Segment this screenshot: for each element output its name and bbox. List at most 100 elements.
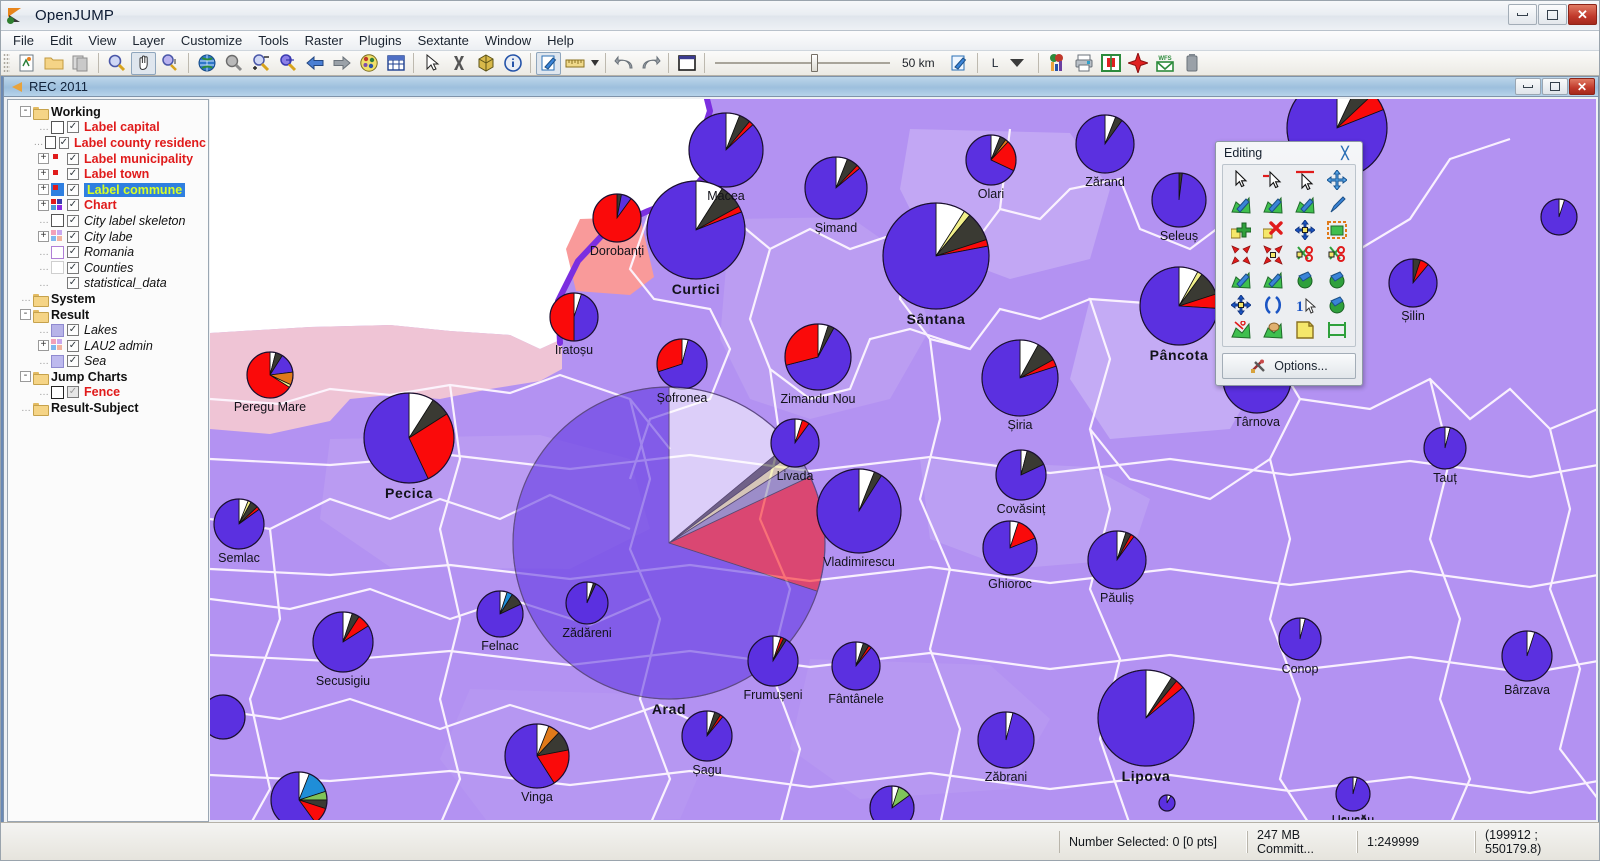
zoom-out-icon[interactable] (275, 52, 300, 75)
pie-chart-conop[interactable] (1278, 617, 1322, 661)
vertex-symbol-icon[interactable] (1044, 52, 1069, 75)
tree-node-working[interactable]: - Working (12, 104, 206, 120)
tree-expander-label-municipality[interactable]: + (38, 153, 49, 165)
wfs-icon[interactable]: WFS (1152, 52, 1177, 75)
union-icon[interactable] (1225, 243, 1256, 267)
pie-chart-small-3[interactable] (1158, 794, 1176, 812)
draw-point-icon[interactable] (1322, 193, 1353, 217)
cut-polygon-icon[interactable] (1225, 318, 1256, 342)
reverse-icon[interactable] (1257, 293, 1288, 317)
pie-chart-curtici[interactable] (646, 180, 746, 280)
zoom-full-extent-icon[interactable] (194, 52, 219, 75)
undo-icon[interactable] (611, 52, 636, 75)
edit-polygon-icon[interactable] (1225, 268, 1256, 292)
tree-node-system[interactable]: … System (12, 291, 206, 307)
pie-chart-macea[interactable] (688, 112, 764, 188)
split-polygon-icon[interactable] (1322, 243, 1353, 267)
copy-layers-icon[interactable] (68, 52, 93, 75)
pie-chart-z-rand[interactable] (1075, 114, 1135, 174)
pie-chart--ilin[interactable] (1388, 258, 1438, 308)
pie-chart-seleu-[interactable] (1151, 172, 1207, 228)
tree-expander-label-town[interactable]: + (38, 168, 49, 180)
pie-chart--ofronea[interactable] (656, 338, 708, 390)
intersect-icon[interactable] (1257, 243, 1288, 267)
tree-node-label-town[interactable]: + ✓ Label town (12, 166, 206, 182)
pie-chart-semlac[interactable] (213, 498, 265, 550)
scale-slider-track[interactable] (715, 54, 890, 72)
tree-expander-label-commune[interactable]: + (38, 184, 49, 196)
tree-node-result[interactable]: - Result (12, 307, 206, 323)
pie-chart-usus-u[interactable] (1335, 776, 1371, 812)
measure-ruler-icon[interactable] (563, 52, 588, 75)
tree-expander-working[interactable]: - (20, 106, 31, 118)
menu-window[interactable]: Window (477, 31, 539, 50)
tree-checkbox-romania[interactable]: ✓ (67, 246, 79, 259)
draw-polygon-icon[interactable] (1225, 193, 1256, 217)
menu-edit[interactable]: Edit (42, 31, 80, 50)
frame-maximize-button[interactable] (1542, 78, 1568, 95)
edit-pencil-icon[interactable] (536, 51, 561, 75)
tree-checkbox-lau2-admin[interactable]: ✓ (67, 339, 79, 352)
tree-node-result-subject[interactable]: … Result-Subject (12, 400, 206, 417)
tree-expander-lau2-admin[interactable]: + (38, 340, 49, 352)
map-view[interactable]: MaceaDorobanțiCurticiȘimandOlariZărandIn… (210, 99, 1596, 820)
tree-checkbox-statistical-data[interactable]: ✓ (67, 277, 79, 290)
pie-chart-secusigiu[interactable] (312, 611, 374, 673)
select-arrow-icon[interactable] (419, 52, 444, 75)
split-line-icon[interactable] (1290, 243, 1321, 267)
chevron-down-icon[interactable] (1010, 59, 1025, 67)
move-along-icon[interactable] (1225, 293, 1256, 317)
tree-node-romania[interactable]: … ✓ Romania (12, 244, 206, 260)
menu-tools[interactable]: Tools (250, 31, 296, 50)
editing-toolbox-close-icon[interactable]: ╳ (1334, 145, 1356, 160)
pie-chart-cov-sin-[interactable] (995, 449, 1047, 501)
select-line-string-icon[interactable] (1290, 168, 1321, 192)
status-memory[interactable]: 247 MB Committ... (1247, 828, 1357, 856)
pie-chart-olari[interactable] (965, 134, 1017, 186)
select-features-icon[interactable] (446, 52, 471, 75)
menu-sextante[interactable]: Sextante (410, 31, 477, 50)
editing-toolbox[interactable]: Editing ╳ 1 Options... (1215, 141, 1363, 386)
previous-extent-icon[interactable] (302, 52, 327, 75)
tree-checkbox-counties[interactable]: ✓ (67, 261, 79, 274)
draw-rectangle-icon[interactable] (1257, 193, 1288, 217)
pie-chart-f-nt-nele[interactable] (831, 641, 881, 691)
one-step-icon[interactable]: 1 (1290, 293, 1321, 317)
scale-slider[interactable]: 50 km (715, 54, 935, 72)
redo-icon[interactable] (638, 52, 663, 75)
pie-chart-z-brani[interactable] (977, 711, 1035, 769)
tree-checkbox-sea[interactable]: ✓ (67, 355, 79, 368)
scale-slider-thumb[interactable] (811, 54, 818, 72)
frame-close-button[interactable]: ✕ (1569, 78, 1595, 95)
copy-geometry-icon[interactable] (1290, 318, 1321, 342)
minimize-button[interactable] (1508, 4, 1537, 25)
tree-checkbox-label-town[interactable]: ✓ (67, 168, 79, 181)
tree-node-city-label[interactable]: + ✓ City labe (12, 229, 206, 245)
pie-chart-z-d-reni[interactable] (565, 581, 609, 625)
tree-expander-result[interactable]: - (20, 309, 31, 321)
pie-chart-vinga[interactable] (504, 723, 570, 789)
tree-node-label-municipality[interactable]: + ✓ Label municipality (12, 151, 206, 167)
map-canvas[interactable] (210, 99, 1596, 820)
close-button[interactable]: ✕ (1568, 4, 1597, 25)
maximize-button[interactable] (1538, 4, 1567, 25)
menu-customize[interactable]: Customize (173, 31, 250, 50)
tree-checkbox-label-county-residence[interactable]: ✓ (58, 136, 70, 149)
toolbar-grip[interactable] (3, 53, 10, 73)
pie-chart-b-rzava[interactable] (1501, 630, 1553, 682)
color-theming-icon[interactable] (356, 52, 381, 75)
pie-chart-irato-u[interactable] (549, 292, 599, 342)
tree-node-label-capital[interactable]: … ✓ Label capital (12, 120, 206, 136)
tree-checkbox-label-municipality[interactable]: ✓ (67, 152, 79, 165)
menu-plugins[interactable]: Plugins (351, 31, 410, 50)
auto-complete-icon[interactable] (1322, 268, 1353, 292)
pie-chart-ghioroc[interactable] (982, 520, 1038, 576)
pie-chart-felnac[interactable] (476, 590, 524, 638)
pie-chart-zimandu-nou[interactable] (784, 323, 852, 391)
attribute-table-icon[interactable] (383, 52, 408, 75)
tree-checkbox-city-label-skeleton[interactable]: ✓ (67, 214, 79, 227)
compass-icon[interactable] (1125, 52, 1150, 75)
pan-hand-icon[interactable] (131, 51, 156, 75)
pie-chart-vladimirescu[interactable] (816, 468, 902, 554)
measure-dropdown-arrow-icon[interactable] (590, 52, 600, 75)
